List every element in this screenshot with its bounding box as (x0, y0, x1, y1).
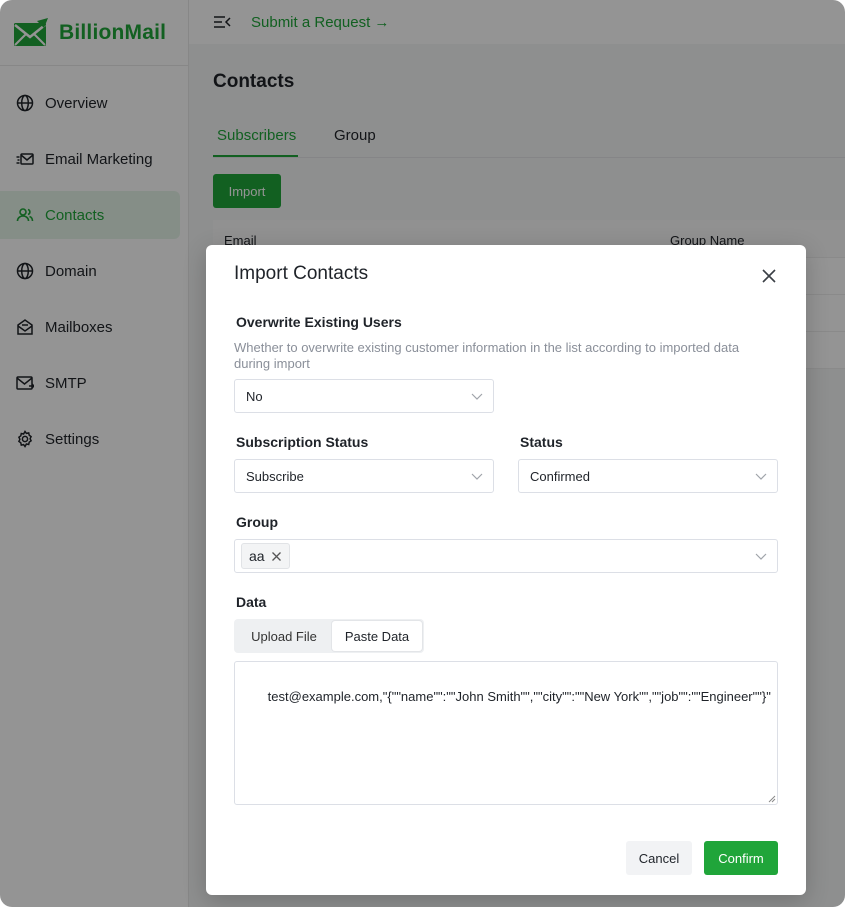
app-window: BillionMail Overview Email Marketing Con… (0, 0, 845, 907)
paste-data-option[interactable]: Paste Data (332, 621, 422, 651)
subscription-status-select[interactable]: Subscribe (234, 459, 494, 493)
group-tag: aa (241, 543, 290, 569)
status-label: Status (520, 434, 563, 450)
import-contacts-dialog: Import Contacts Overwrite Existing Users… (206, 245, 806, 895)
chevron-down-icon (755, 473, 767, 480)
overwrite-help-text: Whether to overwrite existing customer i… (234, 340, 740, 371)
close-icon[interactable] (760, 267, 778, 285)
group-select[interactable]: aa (234, 539, 778, 573)
chevron-down-icon (471, 473, 483, 480)
overwrite-select[interactable]: No (234, 379, 494, 413)
upload-file-option[interactable]: Upload File (236, 621, 332, 651)
data-label: Data (236, 594, 267, 610)
data-source-toggle: Upload File Paste Data (234, 619, 424, 653)
chevron-down-icon (471, 393, 483, 400)
chevron-down-icon (755, 553, 767, 560)
paste-data-textarea[interactable]: test@example.com,"{""name"":""John Smith… (234, 661, 778, 805)
overwrite-label: Overwrite Existing Users (236, 314, 402, 330)
status-select[interactable]: Confirmed (518, 459, 778, 493)
subscription-status-label: Subscription Status (236, 434, 369, 450)
resize-handle-icon[interactable] (768, 795, 776, 803)
group-label: Group (236, 514, 278, 530)
cancel-button[interactable]: Cancel (626, 841, 692, 875)
dialog-title: Import Contacts (234, 263, 369, 284)
tag-remove-icon[interactable] (271, 551, 282, 562)
confirm-button[interactable]: Confirm (704, 841, 778, 875)
